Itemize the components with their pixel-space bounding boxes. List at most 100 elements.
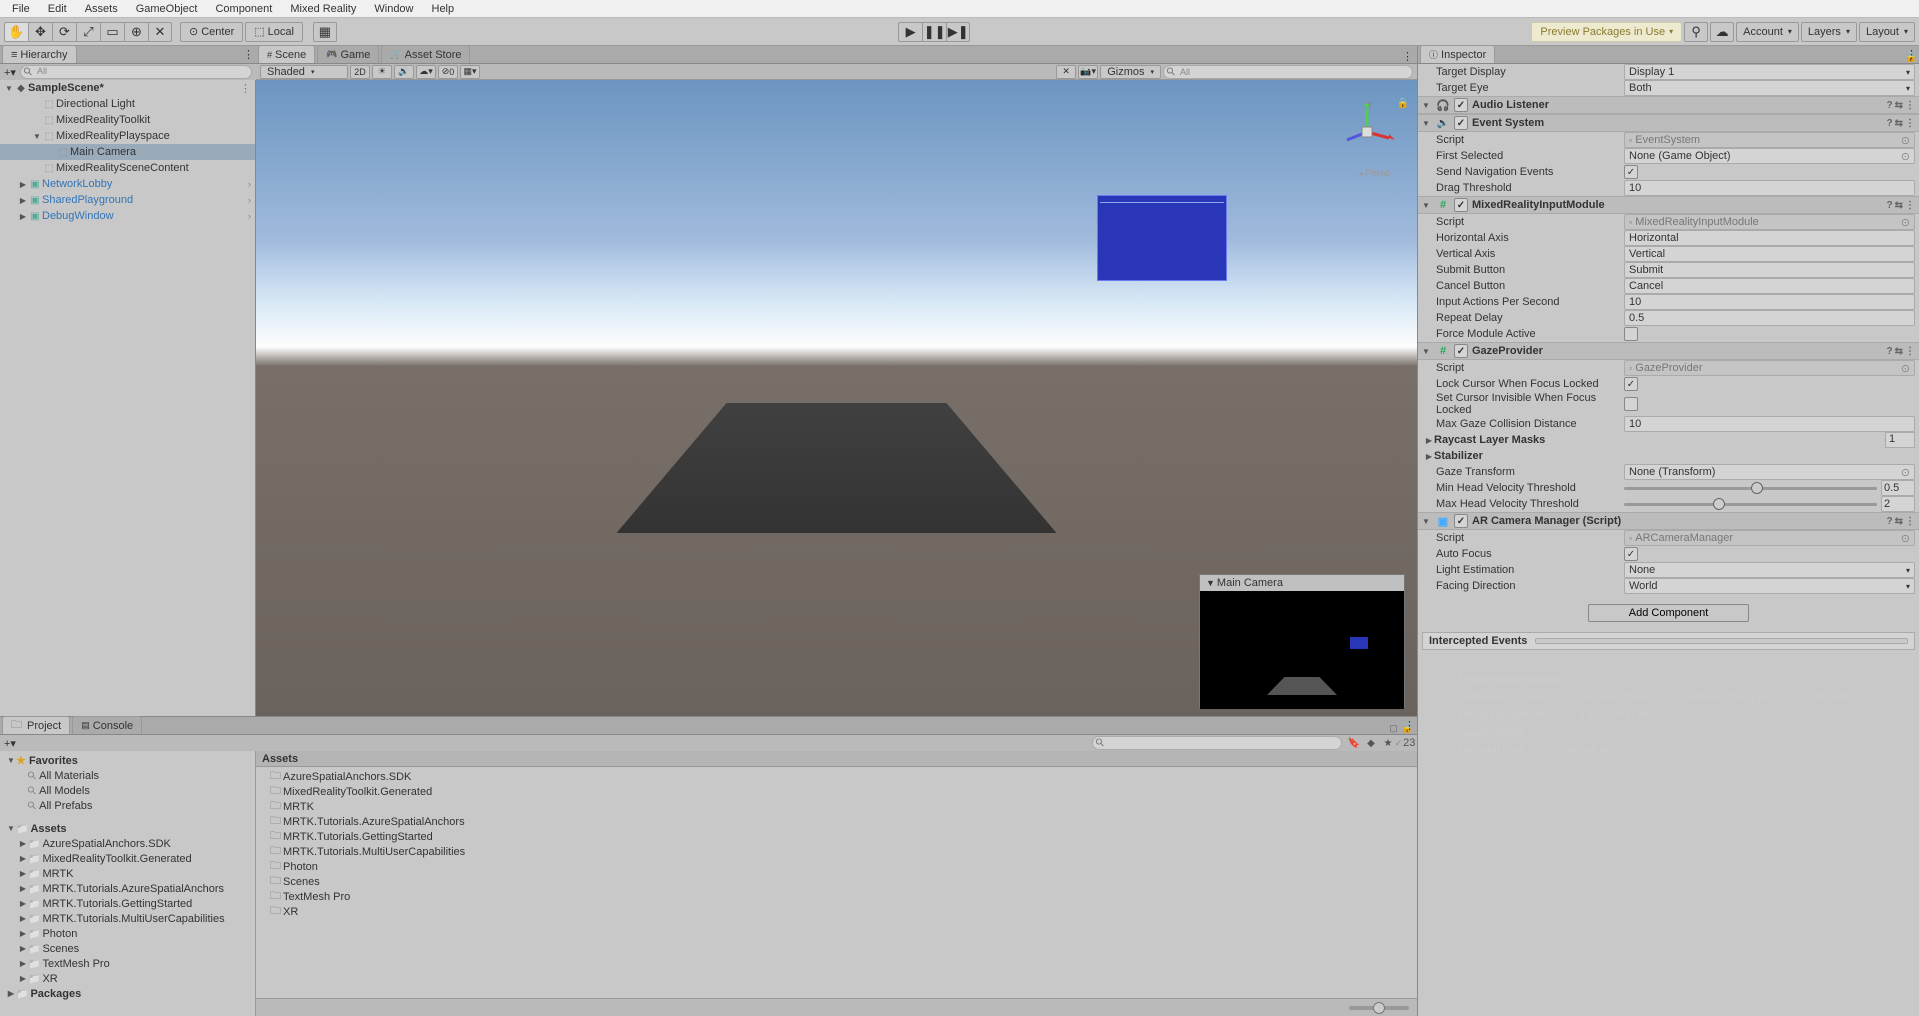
tab-game[interactable]: 🎮Game (317, 45, 379, 63)
tab-asset-store[interactable]: 🛒Asset Store (381, 45, 470, 63)
menu-assets[interactable]: Assets (77, 2, 126, 16)
shading-mode[interactable]: Shaded (260, 65, 348, 79)
menu-icon[interactable]: ⋮ (1905, 200, 1915, 211)
checkbox[interactable]: ✓ (1624, 547, 1638, 561)
slider[interactable] (1624, 487, 1877, 490)
hierarchy-item[interactable]: Directional Light (0, 96, 255, 112)
property-value[interactable]: Both (1624, 80, 1915, 96)
component-header[interactable]: ▼✓GazeProvider?⇆⋮ (1418, 342, 1919, 360)
asset-item[interactable]: MRTK.Tutorials.GettingStarted (256, 829, 1417, 844)
thumbnail-size-slider[interactable] (1349, 1006, 1409, 1010)
scene-search[interactable]: All (1163, 65, 1413, 79)
folder-item[interactable]: ▶MRTK.Tutorials.GettingStarted (0, 896, 255, 911)
breadcrumb[interactable]: Assets (256, 751, 1417, 767)
expand-icon[interactable]: ▶ (18, 180, 28, 189)
create-icon[interactable]: +▾ (4, 737, 16, 750)
pivot-local[interactable]: ⬚Local (245, 22, 303, 42)
text-field[interactable]: Horizontal (1624, 230, 1915, 246)
folder-item[interactable]: ▶Photon (0, 926, 255, 941)
dropdown[interactable]: None (1624, 562, 1915, 578)
tab-scene[interactable]: #Scene (258, 45, 315, 63)
menu-icon[interactable]: ⋮ (1905, 516, 1915, 527)
tab-console[interactable]: ▤Console (72, 716, 142, 734)
filter-label-icon[interactable]: ◆ (1363, 736, 1379, 750)
text-field[interactable]: 0.5 (1624, 310, 1915, 326)
folder-item[interactable]: ▶MRTK (0, 866, 255, 881)
hierarchy-item[interactable]: Main Camera (0, 144, 255, 160)
light-toggle[interactable]: ☀ (372, 65, 392, 79)
panel-menu-icon[interactable]: ⋮ (1402, 50, 1413, 63)
rect-tool[interactable]: ▭ (100, 22, 124, 42)
folder-item[interactable]: ▶XR (0, 971, 255, 986)
expand-icon[interactable]: ▶ (18, 196, 28, 205)
object-reference[interactable]: None (Transform)⊙ (1624, 464, 1915, 480)
layers-dropdown[interactable]: Layers (1801, 22, 1857, 42)
menu-icon[interactable]: ⋮ (1905, 346, 1915, 357)
hierarchy-item[interactable]: ▶NetworkLobby› (0, 176, 255, 192)
asset-item[interactable]: Scenes (256, 874, 1417, 889)
enable-checkbox[interactable]: ✓ (1454, 344, 1468, 358)
favorite-item[interactable]: ⚲ All Models (0, 783, 255, 798)
project-file-list[interactable]: AzureSpatialAnchors.SDKMixedRealityToolk… (256, 767, 1417, 998)
checkbox[interactable] (1624, 397, 1638, 411)
text-field[interactable]: Submit (1624, 262, 1915, 278)
checkbox[interactable]: ✓ (1624, 377, 1638, 391)
slider-value[interactable]: 0.5 (1881, 480, 1915, 496)
projection-label[interactable]: Persp (1359, 168, 1391, 179)
project-search[interactable] (1092, 736, 1342, 750)
fold-icon[interactable]: ▼ (1422, 201, 1432, 210)
lock-gizmo-icon[interactable]: 🔒 (1397, 98, 1409, 109)
enable-checkbox[interactable]: ✓ (1454, 514, 1468, 528)
pivot-center[interactable]: ⊙Center (180, 22, 243, 42)
inspector-body[interactable]: Target DisplayDisplay 1Target EyeBoth ▼✓… (1418, 64, 1919, 1016)
folder-item[interactable]: ▶Scenes (0, 941, 255, 956)
enable-checkbox[interactable]: ✓ (1454, 116, 1468, 130)
preset-icon[interactable]: ⇆ (1895, 100, 1903, 111)
help-icon[interactable]: ? (1887, 516, 1893, 527)
menu-gameobject[interactable]: GameObject (128, 2, 206, 16)
array-size[interactable]: 1 (1885, 432, 1915, 448)
asset-item[interactable]: MixedRealityToolkit.Generated (256, 784, 1417, 799)
hand-tool[interactable]: ✋ (4, 22, 28, 42)
preview-packages-badge[interactable]: Preview Packages in Use (1531, 22, 1682, 42)
text-field[interactable]: 10 (1624, 416, 1915, 432)
favorite-item[interactable]: ⚲ All Materials (0, 768, 255, 783)
menu-icon[interactable]: ⋮ (1905, 100, 1915, 111)
fold-icon[interactable]: ▼ (1422, 347, 1432, 356)
layout-dropdown[interactable]: Layout (1859, 22, 1915, 42)
filter-type-icon[interactable]: 🔖 (1346, 736, 1362, 750)
scale-tool[interactable]: ⤢ (76, 22, 100, 42)
fx-toggle[interactable]: ☁▾ (416, 65, 436, 79)
move-tool[interactable]: ✥ (28, 22, 52, 42)
orientation-gizmo[interactable]: y (1337, 102, 1397, 162)
menu-help[interactable]: Help (424, 2, 463, 16)
add-component-button[interactable]: Add Component (1588, 604, 1750, 622)
asset-item[interactable]: MRTK.Tutorials.MultiUserCapabilities (256, 844, 1417, 859)
snap-tool[interactable]: ▦ (313, 22, 337, 42)
hierarchy-item[interactable]: ▶SharedPlayground› (0, 192, 255, 208)
cloud-icon[interactable]: ☁ (1710, 22, 1734, 42)
fold-icon[interactable]: ▼ (1422, 517, 1432, 526)
scene-viewport[interactable]: y 🔒 Persp ▼Main Camera (256, 80, 1417, 716)
tab-project[interactable]: Project (2, 716, 70, 734)
asset-item[interactable]: TextMesh Pro (256, 889, 1417, 904)
hierarchy-item[interactable]: MixedRealitySceneContent (0, 160, 255, 176)
play-button[interactable]: ▶ (898, 22, 922, 42)
component-header[interactable]: ▼✓AR Camera Manager (Script)?⇆⋮ (1418, 512, 1919, 530)
folder-item[interactable]: ▶MRTK.Tutorials.MultiUserCapabilities (0, 911, 255, 926)
panel-menu-icon[interactable]: ⋮ (1906, 48, 1917, 61)
menu-mixedreality[interactable]: Mixed Reality (282, 2, 364, 16)
intercepted-events-header[interactable]: Intercepted Events (1422, 632, 1915, 650)
gizmos-dropdown[interactable]: Gizmos (1100, 65, 1161, 79)
hierarchy-item[interactable]: ▼MixedRealityPlayspace (0, 128, 255, 144)
asset-item[interactable]: XR (256, 904, 1417, 919)
asset-item[interactable]: AzureSpatialAnchors.SDK (256, 769, 1417, 784)
project-folder-tree[interactable]: ▼★ Favorites ⚲ All Materials⚲ All Models… (0, 751, 256, 1016)
step-button[interactable]: ▶❚ (946, 22, 970, 42)
object-reference[interactable]: None (Game Object)⊙ (1624, 148, 1915, 164)
favorite-icon[interactable]: ★ (1380, 736, 1396, 750)
2d-toggle[interactable]: 2D (350, 65, 370, 79)
expand-icon[interactable]: ▶ (18, 212, 28, 221)
preset-icon[interactable]: ⇆ (1895, 516, 1903, 527)
tab-hierarchy[interactable]: ≡ Hierarchy (2, 45, 77, 63)
